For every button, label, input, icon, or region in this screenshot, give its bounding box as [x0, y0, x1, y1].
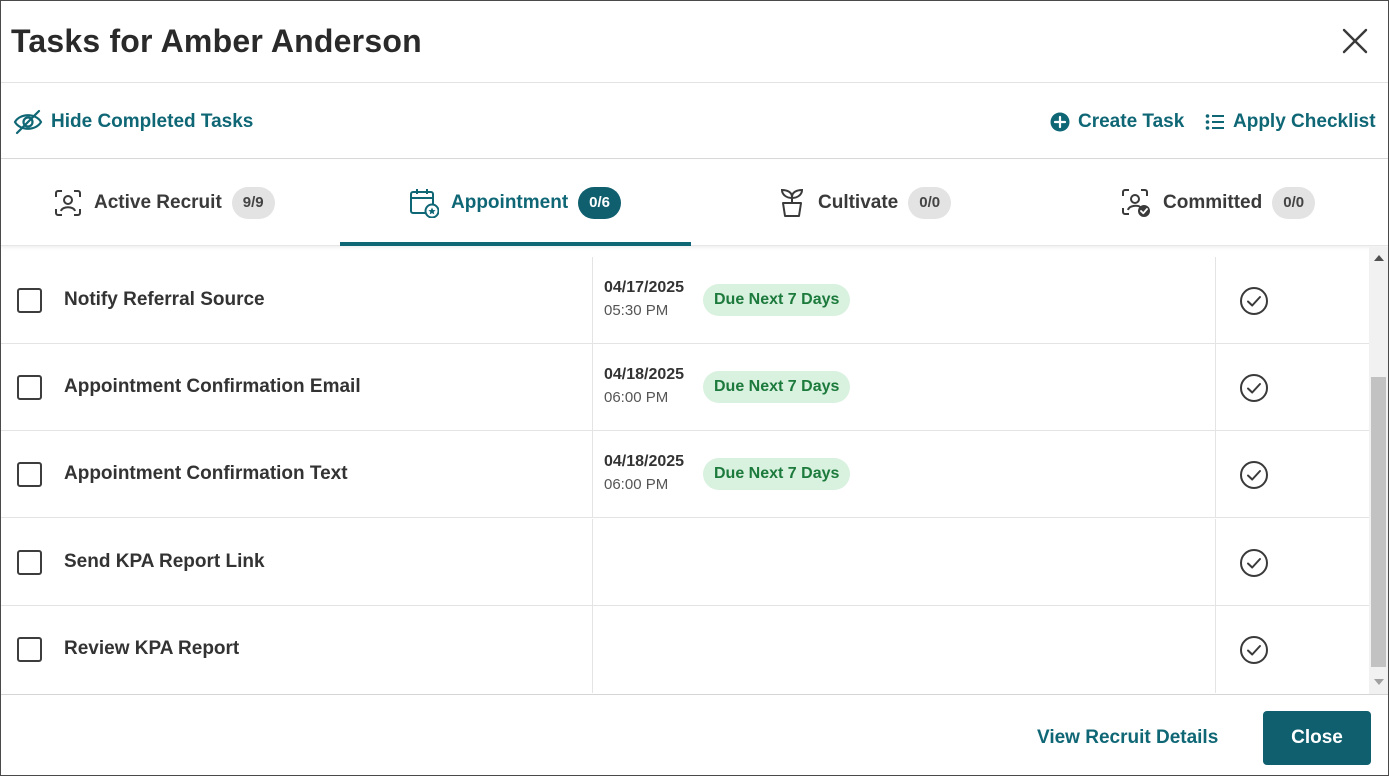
scroll-thumb[interactable] — [1371, 377, 1386, 667]
scroll-up-arrow[interactable] — [1374, 255, 1384, 261]
modal-footer: View Recruit Details Close — [1, 694, 1388, 775]
task-row: Send KPA Report Link — [1, 519, 1369, 606]
column-divider — [592, 257, 593, 343]
column-divider — [592, 431, 593, 517]
column-divider — [1215, 606, 1216, 693]
task-name: Notify Referral Source — [64, 289, 265, 310]
tab-count-badge: 9/9 — [231, 187, 275, 219]
apply-checklist-button[interactable]: Apply Checklist — [1205, 84, 1376, 159]
tab-label: Committed — [1163, 192, 1263, 213]
close-button[interactable]: Close — [1263, 711, 1371, 765]
task-list-scrollbar[interactable] — [1369, 247, 1388, 694]
modal-title: Tasks for Amber Anderson — [11, 23, 422, 59]
due-time: 06:00 PM — [604, 476, 669, 493]
close-icon[interactable] — [1339, 25, 1371, 57]
plus-circle-icon — [1050, 112, 1070, 131]
task-checkbox[interactable] — [17, 637, 42, 662]
stage-tabs: Active Recruit 9/9 Appointment 0/6 Culti… — [1, 160, 1388, 246]
task-name: Review KPA Report — [64, 638, 240, 659]
due-date: 04/17/2025 — [604, 279, 685, 296]
active-tab-indicator — [340, 242, 691, 246]
person-scan-icon — [55, 190, 81, 216]
task-row: Appointment Confirmation Text 04/18/2025… — [1, 431, 1369, 518]
tab-cultivate[interactable]: Cultivate 0/0 — [778, 160, 952, 246]
task-checkbox[interactable] — [17, 462, 42, 487]
due-status-badge: Due Next 7 Days — [703, 371, 851, 403]
tab-label: Appointment — [451, 192, 569, 213]
task-checkbox[interactable] — [17, 288, 42, 313]
modal-header: Tasks for Amber Anderson — [1, 1, 1388, 83]
tab-label: Cultivate — [818, 192, 899, 213]
plant-pot-icon — [780, 188, 804, 217]
due-status-badge: Due Next 7 Days — [703, 284, 851, 316]
check-circle-icon[interactable] — [1239, 373, 1269, 403]
column-divider — [1215, 344, 1216, 430]
column-divider — [1215, 519, 1216, 605]
view-recruit-details-link[interactable]: View Recruit Details — [1037, 727, 1218, 749]
due-date: 04/18/2025 — [604, 453, 685, 470]
task-checkbox[interactable] — [17, 550, 42, 575]
check-circle-icon[interactable] — [1239, 286, 1269, 316]
tasks-modal: Tasks for Amber Anderson Hide Completed … — [0, 0, 1389, 776]
eye-slash-icon — [13, 109, 43, 134]
task-name: Send KPA Report Link — [64, 551, 265, 572]
column-divider — [592, 344, 593, 430]
task-toolbar: Hide Completed Tasks Create Task Apply C… — [1, 84, 1388, 159]
task-row: Notify Referral Source 04/17/2025 05:30 … — [1, 257, 1369, 344]
task-checkbox[interactable] — [17, 375, 42, 400]
column-divider — [1215, 257, 1216, 343]
tab-count-badge: 0/0 — [908, 187, 952, 219]
tab-appointment[interactable]: Appointment 0/6 — [409, 160, 622, 246]
task-row: Review KPA Report — [1, 606, 1369, 693]
due-status-badge: Due Next 7 Days — [703, 458, 851, 490]
tab-active-recruit[interactable]: Active Recruit 9/9 — [54, 160, 275, 246]
create-task-label: Create Task — [1078, 110, 1185, 132]
tab-count-badge: 0/6 — [578, 187, 622, 219]
task-name: Appointment Confirmation Email — [64, 376, 361, 397]
check-circle-icon[interactable] — [1239, 635, 1269, 665]
person-check-icon — [1122, 189, 1150, 217]
column-divider — [592, 519, 593, 605]
task-row: Appointment Confirmation Email 04/18/202… — [1, 344, 1369, 431]
due-date: 04/18/2025 — [604, 366, 685, 383]
hide-completed-tasks-button[interactable]: Hide Completed Tasks — [13, 84, 253, 159]
create-task-button[interactable]: Create Task — [1050, 84, 1184, 159]
apply-checklist-label: Apply Checklist — [1233, 110, 1376, 132]
check-circle-icon[interactable] — [1239, 460, 1269, 490]
tab-label: Active Recruit — [94, 192, 222, 213]
due-time: 06:00 PM — [604, 389, 669, 406]
tab-count-badge: 0/0 — [1272, 187, 1316, 219]
task-list: Notify Referral Source 04/17/2025 05:30 … — [1, 247, 1369, 694]
tab-committed[interactable]: Committed 0/0 — [1121, 160, 1316, 246]
task-name: Appointment Confirmation Text — [64, 463, 348, 484]
column-divider — [1215, 431, 1216, 517]
column-divider — [592, 606, 593, 693]
scroll-down-arrow[interactable] — [1374, 679, 1384, 685]
list-icon — [1205, 113, 1224, 130]
check-circle-icon[interactable] — [1239, 548, 1269, 578]
calendar-star-icon — [410, 189, 439, 218]
due-time: 05:30 PM — [604, 302, 669, 319]
hide-completed-label: Hide Completed Tasks — [51, 110, 254, 132]
